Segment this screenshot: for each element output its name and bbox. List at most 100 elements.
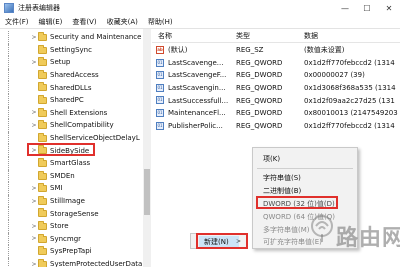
- value-row[interactable]: 01 PublisherPolic... REG_QWORD 0x1d2ff770fe…: [152, 120, 400, 133]
- value-data: 0x00000027 (39): [304, 71, 365, 80]
- tree-item[interactable]: SharedAccess: [0, 68, 150, 82]
- column-data-header[interactable]: 数据: [304, 31, 318, 41]
- tree-guide-line: [8, 56, 9, 69]
- tree-scrollbar-thumb[interactable]: [144, 169, 150, 215]
- expand-arrow-icon[interactable]: [31, 134, 37, 142]
- tree-item[interactable]: SMDEn: [0, 169, 150, 183]
- column-name-header[interactable]: 名称: [158, 31, 172, 41]
- folder-icon: [38, 233, 47, 243]
- minimize-button[interactable]: —: [334, 0, 356, 16]
- tree-item-label: Setup: [50, 58, 71, 67]
- value-row[interactable]: 01 LastScavengeF... REG_DWORD 0x00000027 (3…: [152, 69, 400, 82]
- value-type: REG_QWORD: [236, 84, 283, 93]
- menu-file[interactable]: 文件(F): [0, 17, 34, 27]
- tree-item-label: ShellServiceObjectDelayL: [50, 134, 140, 143]
- folder-icon: [38, 132, 47, 142]
- expand-arrow-icon[interactable]: [31, 46, 37, 54]
- sidebyside-highlight-box: [27, 143, 95, 156]
- expand-arrow-icon[interactable]: [31, 210, 37, 218]
- menu-edit[interactable]: 编辑(E): [34, 17, 68, 27]
- tree-item-label: Security and Maintenance: [50, 33, 142, 42]
- submenu-item-binary[interactable]: 二进制值(B): [263, 186, 301, 196]
- value-data: 0x1d2ff770febccd2 (1314: [304, 121, 395, 130]
- expand-arrow-icon[interactable]: >: [31, 222, 37, 230]
- menu-help[interactable]: 帮助(H): [143, 17, 178, 27]
- tree-item[interactable]: > Store: [0, 220, 150, 233]
- expand-arrow-icon[interactable]: >: [31, 235, 37, 243]
- tree-item[interactable]: SmartGlass: [0, 157, 150, 170]
- submenu-item-multistring[interactable]: 多字符串值(M): [263, 225, 310, 235]
- expand-arrow-icon[interactable]: [31, 84, 37, 92]
- tree-guide-line: [8, 157, 9, 170]
- expand-arrow-icon[interactable]: >: [31, 260, 37, 267]
- maximize-button[interactable]: ☐: [356, 0, 378, 16]
- value-data: 0x80010013 (2147549203: [304, 109, 398, 118]
- submenu-item-string[interactable]: 字符串值(S): [263, 173, 301, 183]
- column-type-header[interactable]: 类型: [236, 31, 250, 41]
- value-row[interactable]: 01 LastScavengin... REG_QWORD 0x1d3068f368a…: [152, 82, 400, 95]
- watermark-text: 路由网: [336, 226, 400, 251]
- tree-guide-line: [8, 182, 9, 195]
- tree-item[interactable]: > Setup: [0, 56, 150, 69]
- tree-item[interactable]: StorageSense: [0, 207, 150, 220]
- tree-item-label: SharedAccess: [50, 71, 99, 80]
- menu-view[interactable]: 查看(V): [67, 17, 101, 27]
- tree-guide-line: [8, 68, 9, 82]
- folder-icon: [38, 82, 47, 92]
- tree-item-label: SystemProtectedUserData: [50, 260, 143, 267]
- submenu-item-key[interactable]: 项(K): [263, 154, 280, 164]
- folder-icon: [38, 107, 47, 117]
- tree-guide-line: [8, 169, 9, 183]
- folder-icon: [38, 208, 47, 218]
- tree-item[interactable]: SharedPC: [0, 94, 150, 107]
- title-bar: 注册表编辑器 — ☐ ✕: [0, 0, 400, 16]
- tree-scrollbar[interactable]: [143, 29, 151, 267]
- value-row[interactable]: 01 MaintenanceFl... REG_DWORD 0x80010013 (2…: [152, 107, 400, 120]
- folder-icon: [38, 158, 47, 167]
- expand-arrow-icon[interactable]: >: [31, 109, 37, 117]
- value-type: REG_QWORD: [236, 58, 283, 67]
- value-name: MaintenanceFl...: [168, 109, 226, 118]
- folder-icon: [38, 195, 47, 205]
- expand-arrow-icon[interactable]: [31, 172, 37, 180]
- folder-icon: [38, 183, 47, 193]
- tree-item-label: SharedPC: [50, 96, 84, 105]
- expand-arrow-icon[interactable]: [31, 159, 37, 167]
- tree-guide-line: [8, 94, 9, 107]
- expand-arrow-icon[interactable]: >: [31, 33, 37, 41]
- tree-item[interactable]: > Syncmgr: [0, 232, 150, 246]
- tree-item[interactable]: > Security and Maintenance: [0, 31, 150, 44]
- folder-icon: [38, 44, 47, 54]
- string-value-icon: ab: [156, 46, 164, 54]
- folder-icon: [38, 170, 47, 180]
- expand-arrow-icon[interactable]: [31, 71, 37, 79]
- tree-item[interactable]: > SystemProtectedUserData: [0, 257, 150, 267]
- tree-item[interactable]: > StillImage: [0, 194, 150, 208]
- expand-arrow-icon[interactable]: [31, 96, 37, 104]
- tree-guide-line: [8, 81, 9, 94]
- value-row[interactable]: ab (默认) REG_SZ (数值未设置): [152, 44, 400, 57]
- expand-arrow-icon[interactable]: >: [31, 184, 37, 192]
- expand-arrow-icon[interactable]: >: [31, 58, 37, 66]
- tree-item[interactable]: > SMI: [0, 182, 150, 195]
- tree-item-label: SharedDLLs: [50, 83, 92, 92]
- value-row[interactable]: 01 LastScavenge... REG_QWORD 0x1d2ff770febc…: [152, 57, 400, 70]
- tree-item[interactable]: > Shell Extensions: [0, 106, 150, 120]
- tree-item[interactable]: > ShellCompatibility: [0, 119, 150, 132]
- close-button[interactable]: ✕: [378, 0, 400, 16]
- tree-guide-line: [8, 144, 9, 157]
- value-type: REG_SZ: [236, 46, 264, 55]
- tree-item[interactable]: SettingSync: [0, 43, 150, 57]
- expand-arrow-icon[interactable]: >: [31, 121, 37, 129]
- tree-item[interactable]: SysPrepTapi: [0, 245, 150, 258]
- binary-value-icon: 01: [156, 71, 164, 80]
- binary-value-icon: 01: [156, 121, 164, 130]
- value-data: (数值未设置): [304, 46, 345, 55]
- value-type: REG_QWORD: [236, 96, 283, 105]
- tree-item[interactable]: SharedDLLs: [0, 81, 150, 94]
- menu-favorites[interactable]: 收藏夹(A): [102, 17, 143, 27]
- value-row[interactable]: 01 LastSuccessfull... REG_QWORD 0x1d2f09aa2…: [152, 94, 400, 107]
- folder-icon: [38, 258, 47, 267]
- expand-arrow-icon[interactable]: [31, 247, 37, 255]
- expand-arrow-icon[interactable]: >: [31, 197, 37, 205]
